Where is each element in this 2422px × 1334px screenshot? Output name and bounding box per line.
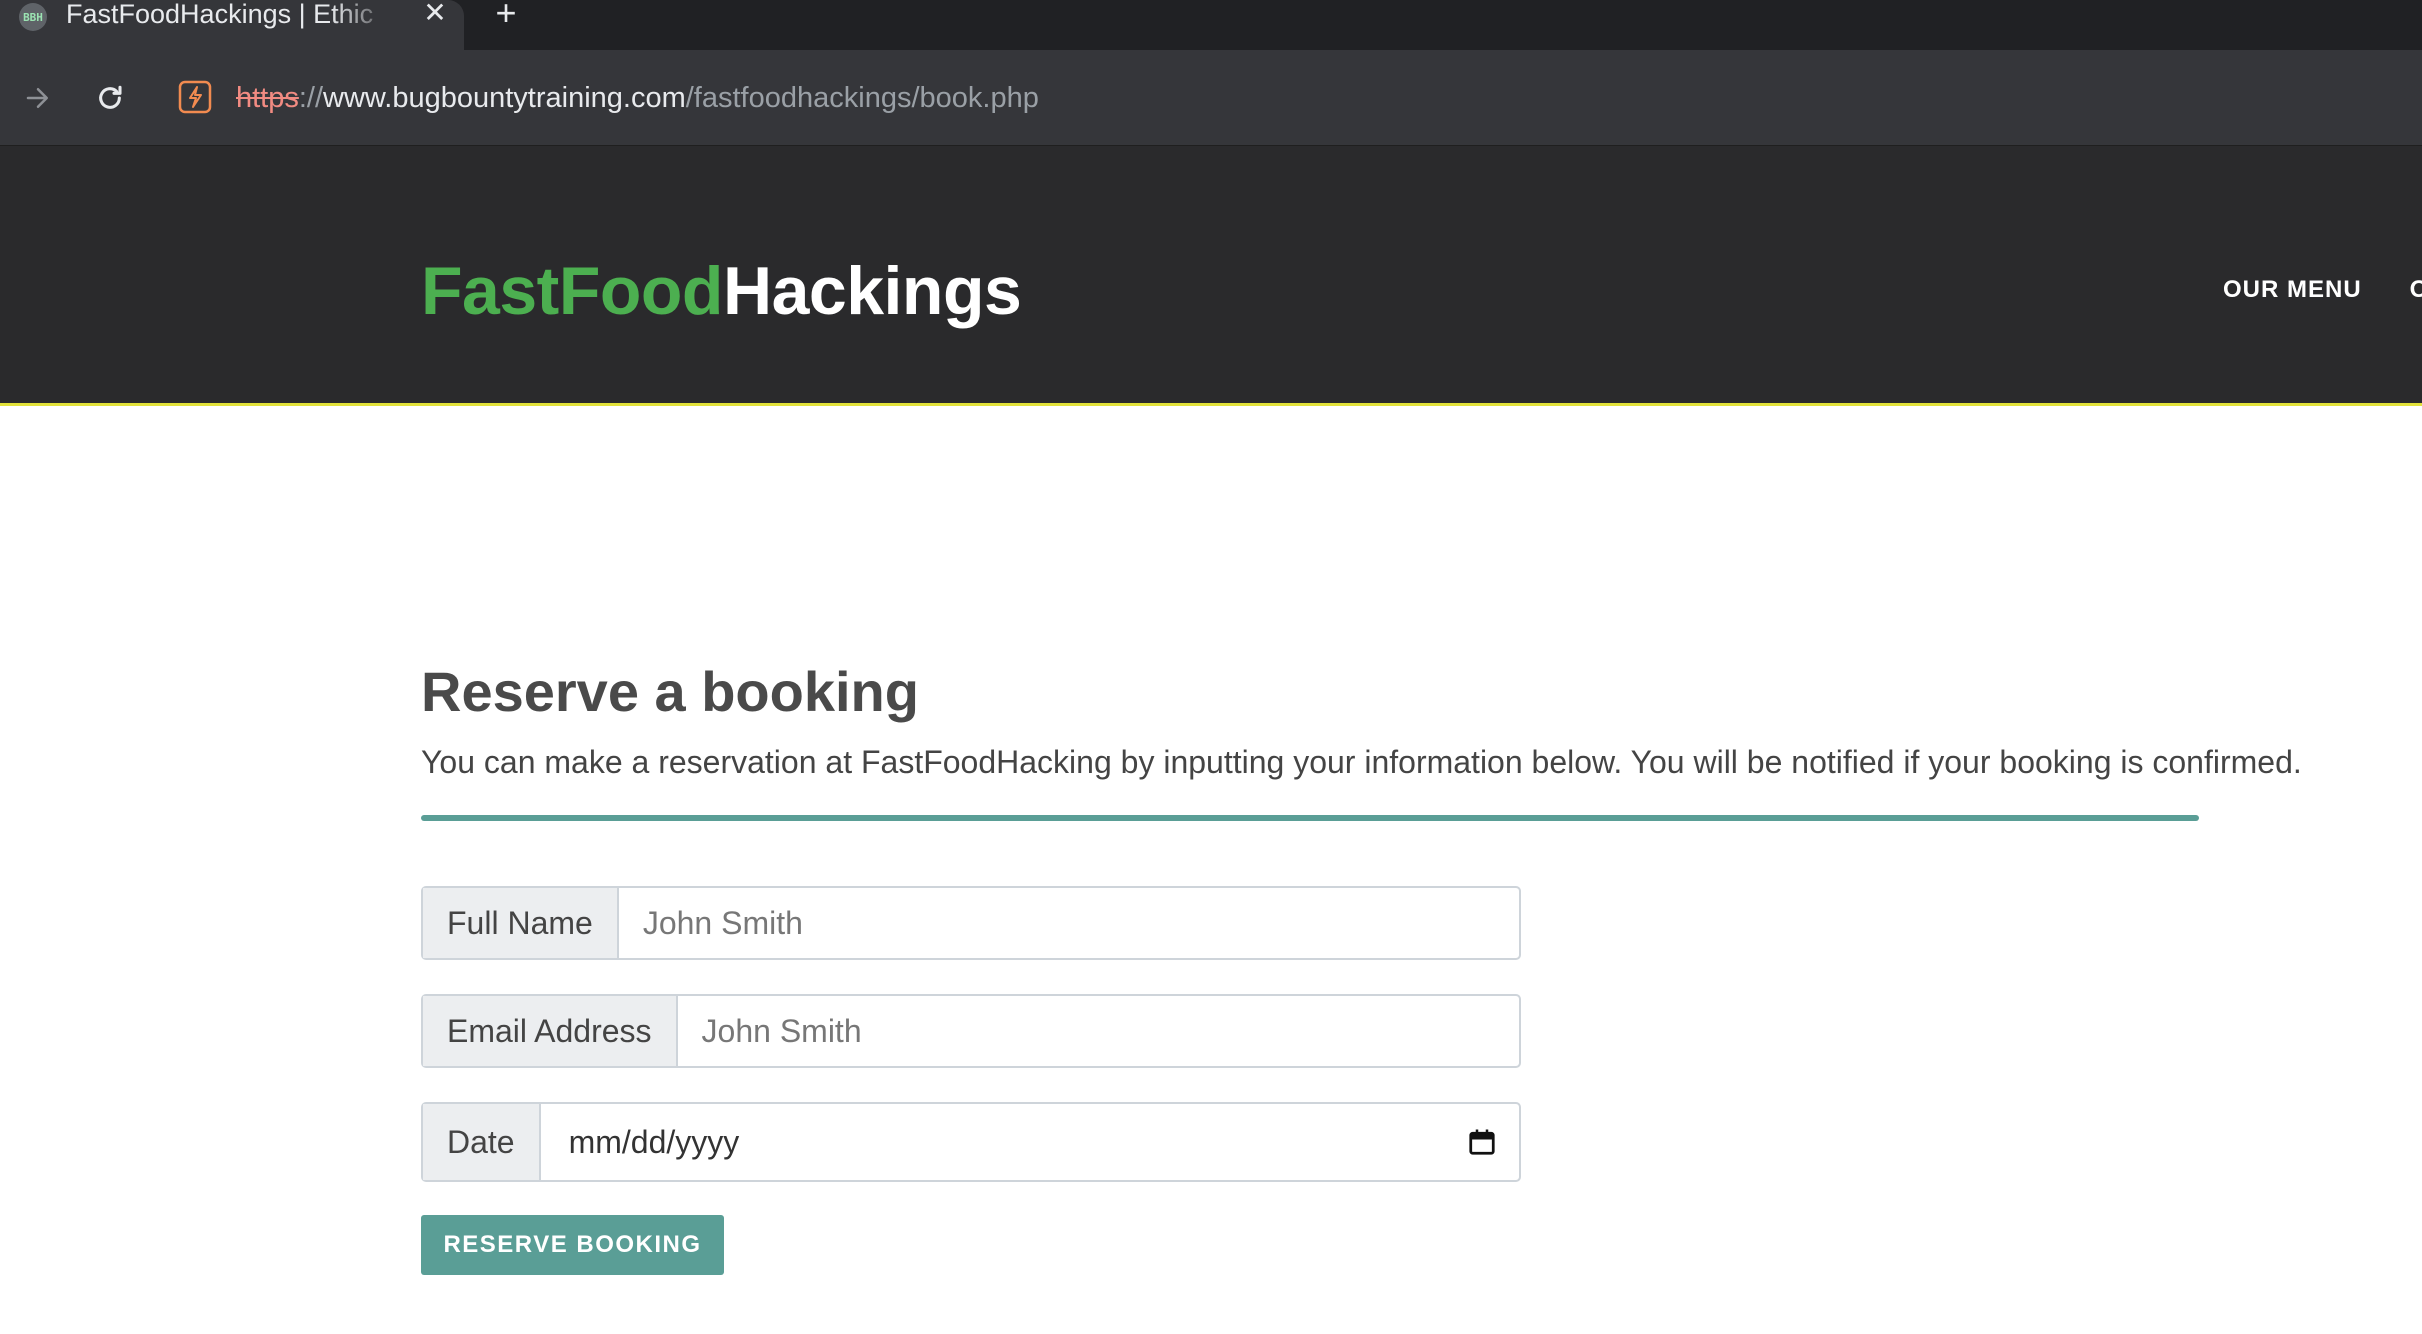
forward-icon[interactable] — [12, 72, 64, 124]
browser-tabstrip: BBH FastFoodHackings | Ethic ✕ + — [0, 0, 2422, 50]
tab-close-icon[interactable]: ✕ — [420, 0, 450, 30]
calendar-icon[interactable] — [1445, 1104, 1519, 1180]
url-separator: :// — [298, 82, 324, 114]
url-host: www.bugbountytraining.com — [323, 82, 686, 114]
email-group: Email Address — [421, 994, 1521, 1068]
not-secure-icon[interactable] — [178, 80, 212, 114]
url-path: /fastfoodhackings/book.php — [685, 82, 1039, 114]
new-tab-button[interactable]: + — [488, 0, 524, 31]
url-text[interactable]: https://www.bugbountytraining.com/fastfo… — [236, 80, 1039, 116]
logo-part-hackings: Hackings — [722, 253, 1022, 329]
date-input[interactable]: mm/dd/yyyy — [541, 1104, 1445, 1180]
nav-item-truncated[interactable]: O — [2410, 276, 2422, 303]
page-title: Reserve a booking — [421, 660, 919, 723]
full-name-label: Full Name — [423, 888, 619, 958]
reserve-booking-button[interactable]: RESERVE BOOKING — [421, 1215, 724, 1275]
logo-part-fastfood: FastFood — [421, 253, 723, 329]
email-label: Email Address — [423, 996, 678, 1066]
email-input[interactable] — [677, 996, 1519, 1066]
address-bar[interactable]: https://www.bugbountytraining.com/fastfo… — [160, 68, 2422, 128]
main-nav: OUR MENU O — [2223, 276, 2422, 304]
tab-favicon-icon: BBH — [19, 3, 47, 31]
site-header: FastFoodHackings OUR MENU O — [0, 146, 2422, 406]
intro-text: You can make a reservation at FastFoodHa… — [421, 744, 2302, 780]
reload-icon[interactable] — [84, 72, 136, 124]
date-group: Date mm/dd/yyyy — [421, 1102, 1521, 1182]
nav-our-menu[interactable]: OUR MENU — [2223, 276, 2362, 303]
full-name-group: Full Name — [421, 886, 1521, 960]
section-divider — [421, 815, 2199, 821]
url-scheme: https — [236, 82, 299, 114]
browser-toolbar: https://www.bugbountytraining.com/fastfo… — [0, 50, 2422, 146]
date-label: Date — [423, 1104, 541, 1180]
site-logo[interactable]: FastFoodHackings — [421, 253, 1022, 329]
full-name-input[interactable] — [618, 888, 1519, 958]
tab-title: FastFoodHackings | Ethic — [66, 0, 374, 29]
browser-tab[interactable]: BBH FastFoodHackings | Ethic ✕ — [0, 0, 464, 50]
